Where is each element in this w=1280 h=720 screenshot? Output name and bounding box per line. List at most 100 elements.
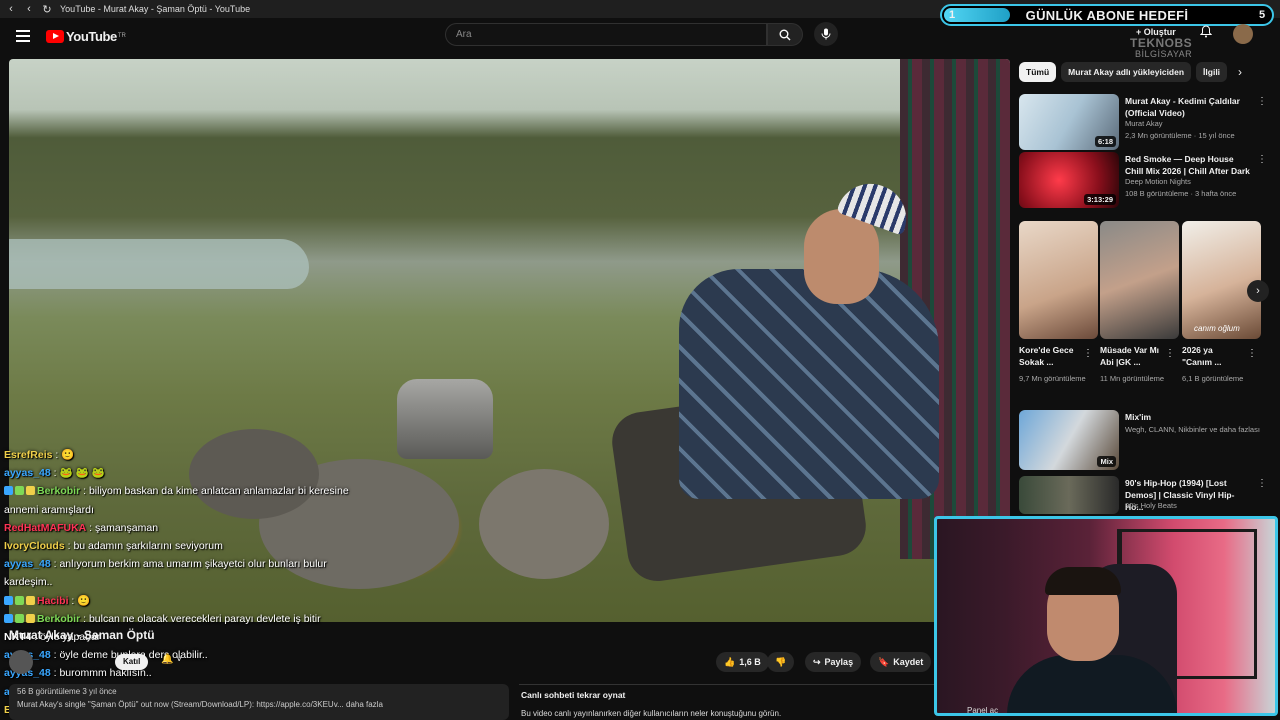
description-box[interactable]: 56 B görüntüleme 3 yıl önce Murat Akay's… xyxy=(9,684,509,720)
logo-text: YouTube xyxy=(66,28,117,44)
more-options-icon[interactable]: ⋮ xyxy=(1257,154,1267,165)
chat-message: IvoryClouds : bu adamın şarkılarını sevi… xyxy=(4,537,374,555)
lake-scene xyxy=(9,239,309,289)
chip-related[interactable]: İlgili xyxy=(1196,62,1228,82)
streamer xyxy=(1007,559,1177,713)
youtube-header: YouTube TR Ara + Oluştur xyxy=(0,18,1280,54)
chevron-right-icon[interactable]: › xyxy=(1238,65,1242,79)
video-title: Murat Akay - Kedimi Çaldılar (Official V… xyxy=(1125,96,1240,118)
forward-icon[interactable]: ‹ xyxy=(22,3,36,15)
search-input[interactable]: Ara xyxy=(445,23,767,46)
short-item[interactable] xyxy=(1019,221,1098,339)
chat-badge-icon xyxy=(15,486,24,496)
more-options-icon[interactable]: ⋮ xyxy=(1257,478,1267,489)
chat-username: EsrefReis xyxy=(4,449,53,461)
video-title: Red Smoke — Deep House Chill Mix 2026 | … xyxy=(1125,154,1250,176)
chat-username: IvoryClouds xyxy=(4,540,65,553)
related-sidebar: Tümü Murat Akay adlı yükleyiciden İlgili… xyxy=(1019,62,1271,514)
channel-name: 90's Holy Beats xyxy=(1125,501,1177,510)
chat-text: : 🙂 xyxy=(52,449,75,461)
channel-avatar[interactable] xyxy=(9,650,33,674)
chat-message: ayyas_48 : 🐸 🐸 🐸 xyxy=(4,464,374,482)
share-button[interactable]: ↪ Paylaş xyxy=(805,652,862,672)
video-meta: 108 B görüntüleme · 3 hafta önce xyxy=(1125,189,1237,198)
youtube-logo[interactable]: YouTube TR xyxy=(46,29,126,44)
youtube-play-icon xyxy=(46,29,64,43)
short-views: 9,7 Mn görüntüleme xyxy=(1019,374,1086,383)
short-title: Kore'de Gece Sokak ... xyxy=(1019,345,1074,367)
chat-username: Berkobir xyxy=(37,612,81,625)
short-title: 2026 ya "Canım ... xyxy=(1182,345,1222,367)
subscribed-bell-icon[interactable]: 🔔 ˅ xyxy=(161,654,182,665)
video-duration: 3:13:29 xyxy=(1084,194,1116,205)
more-options-icon[interactable]: ⋮ xyxy=(1083,348,1093,359)
reload-icon[interactable]: ↻ xyxy=(40,3,54,16)
chat-text: : 🐸 🐸 🐸 xyxy=(50,467,105,480)
like-count: 1,6 B xyxy=(739,657,761,667)
short-title: Müsade Var Mı Abi |GK ... xyxy=(1100,345,1160,367)
video-title: Murat Akay - Şaman Öptü xyxy=(9,628,155,642)
search-icon xyxy=(779,29,791,40)
description-views: 56 B görüntüleme 3 yıl önce xyxy=(17,687,117,696)
join-button[interactable]: Katıl xyxy=(115,654,149,670)
chat-text: : şamanşaman xyxy=(86,521,159,534)
more-options-icon[interactable]: ⋮ xyxy=(1257,96,1267,107)
chat-replay-text: Bu video canlı yayınlanırken diğer kulla… xyxy=(521,709,782,718)
chat-text: kardeşim.. xyxy=(4,576,53,589)
chat-badge-icon xyxy=(4,613,13,623)
chat-username: ayyas_48 xyxy=(4,558,51,571)
mix-thumbnail: Mix xyxy=(1019,410,1119,470)
menu-icon[interactable] xyxy=(16,30,30,42)
sponsor-watermark: TEKNOBS BİLGİSAYAR xyxy=(1130,36,1193,60)
filter-chips: Tümü Murat Akay adlı yükleyiciden İlgili… xyxy=(1019,62,1271,82)
shorts-shelf: Kore'de Gece Sokak ... 9,7 Mn görüntülem… xyxy=(1019,221,1271,401)
mix-title: Mix'im xyxy=(1125,412,1152,422)
chat-username: Hacibi xyxy=(37,594,69,607)
short-item[interactable] xyxy=(1100,221,1179,339)
more-options-icon[interactable]: ⋮ xyxy=(1247,348,1257,359)
like-button[interactable]: 👍 1,6 B xyxy=(716,652,769,672)
short-item[interactable]: canım oğlum xyxy=(1182,221,1261,339)
chat-replay-panel: Canlı sohbeti tekrar oynat Bu video canl… xyxy=(519,684,939,720)
chat-text: annemi aramışlardı xyxy=(4,503,94,516)
video-thumbnail: 3:13:29 xyxy=(1019,152,1119,208)
shorts-next-button[interactable]: › xyxy=(1247,280,1269,302)
chat-message: annemi aramışlardı xyxy=(4,501,374,519)
video-duration: 6:18 xyxy=(1094,136,1116,147)
voice-search-button[interactable] xyxy=(814,22,838,46)
channel-name: Deep Motion Nights xyxy=(1125,177,1191,186)
chat-text: : biliyom baskan da kime anlatcan anlama… xyxy=(80,485,349,498)
logo-country: TR xyxy=(117,33,126,39)
thumbs-up-icon: 👍 xyxy=(724,656,736,667)
more-options-icon[interactable]: ⋮ xyxy=(1165,348,1175,359)
chat-message: EsrefReis : 🙂 xyxy=(4,446,374,464)
chip-all[interactable]: Tümü xyxy=(1019,62,1057,82)
channel-name: Murat Akay xyxy=(1125,119,1163,128)
chat-username: Berkobir xyxy=(37,485,81,498)
video-thumbnail: 6:18 xyxy=(1019,94,1119,150)
chip-uploader[interactable]: Murat Akay adlı yükleyiciden xyxy=(1061,62,1192,82)
back-icon[interactable]: ‹ xyxy=(4,3,18,15)
save-button[interactable]: 🔖 Kaydet xyxy=(870,652,932,672)
list-item[interactable]: 3:13:29 Red Smoke — Deep House Chill Mix… xyxy=(1019,152,1271,212)
list-item[interactable]: 6:18 Murat Akay - Kedimi Çaldılar (Offic… xyxy=(1019,94,1271,154)
chat-text: : bu adamın şarkılarını seviyorum xyxy=(64,540,223,553)
sponsor-name: TEKNOBS xyxy=(1130,36,1193,50)
account-avatar[interactable] xyxy=(1233,24,1253,44)
bookmark-icon: 🔖 xyxy=(878,656,890,667)
chat-message: Berkobir : biliyom baskan da kime anlatc… xyxy=(4,482,374,500)
short-overlay-text: canım oğlum xyxy=(1194,324,1240,333)
mix-item[interactable]: Mix Mix'im Wegh, CLANN, Nikbinler ve dah… xyxy=(1019,410,1271,470)
notifications-icon[interactable] xyxy=(1199,25,1213,43)
chat-message: Hacibi : 🙂 xyxy=(4,592,374,610)
chat-text: : bulcan ne olacak verecekleri parayı de… xyxy=(80,612,321,625)
chat-message: kardeşim.. xyxy=(4,573,374,591)
short-views: 11 Mn görüntüleme xyxy=(1100,374,1165,383)
chat-badge-icon xyxy=(4,595,13,605)
search-button[interactable] xyxy=(767,23,803,46)
video-meta: 2,3 Mn görüntüleme · 15 yıl önce xyxy=(1125,131,1235,140)
chat-username: ayyas_48 xyxy=(4,467,51,480)
dislike-button[interactable]: 👎 xyxy=(767,652,795,672)
chat-text: : anlıyorum berkim ama umarım şikayetci … xyxy=(50,558,327,571)
webcam-caption: Panel aç xyxy=(967,706,999,715)
